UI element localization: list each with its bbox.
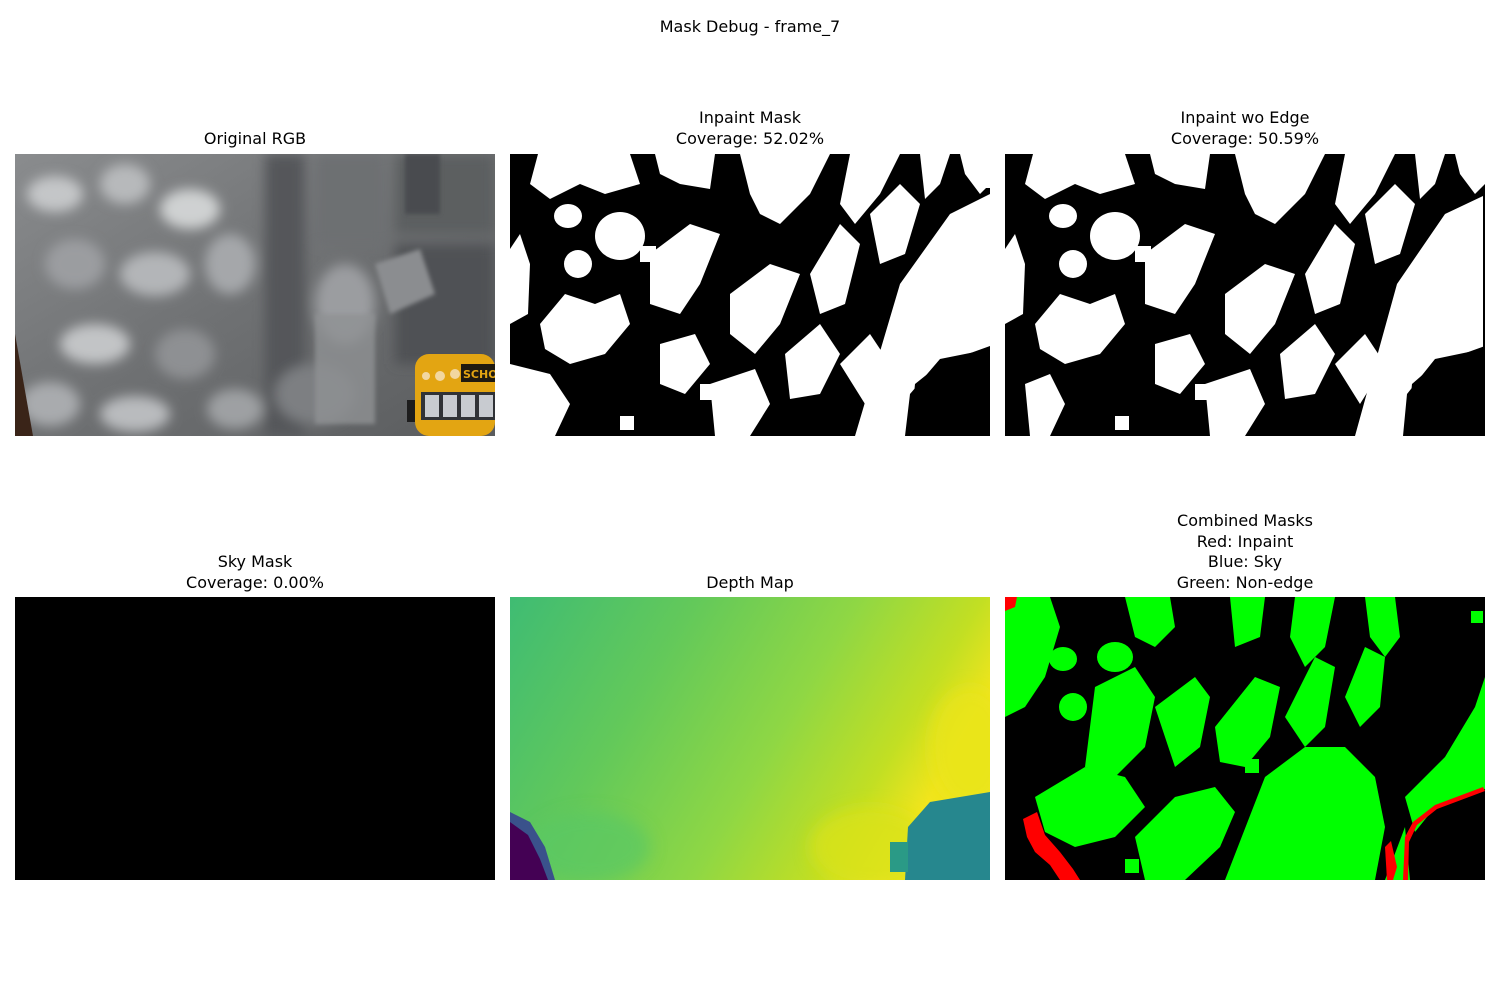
panel-title-original-rgb: Original RGB [203,129,307,148]
bus-sign-text: SCHOOL [463,368,495,381]
combined-masks-image [1005,597,1485,880]
sky-mask-image [15,597,495,880]
original-rgb-svg: SCHOOL [15,154,495,436]
inpaint-wo-edge-svg [1005,154,1485,436]
panel-title-sky-mask: Sky Mask Coverage: 0.00% [186,552,324,592]
panel-title-combined-masks: Combined Masks Red: Inpaint Blue: Sky Gr… [1176,511,1314,592]
inpaint-mask-image [510,154,990,436]
panel-title-inpaint-mask: Inpaint Mask Coverage: 52.02% [675,108,825,148]
inpaint-mask-svg [510,154,990,436]
depth-map-image [510,597,990,880]
depth-map-svg [510,597,990,880]
original-rgb-image: SCHOOL [15,154,495,436]
combined-masks-svg [1005,597,1485,880]
panel-title-inpaint-wo-edge: Inpaint wo Edge Coverage: 50.59% [1170,108,1320,148]
inpaint-wo-edge-image [1005,154,1485,436]
panel-title-depth-map: Depth Map [706,573,794,592]
figure-title: Mask Debug - frame_7 [659,17,841,36]
